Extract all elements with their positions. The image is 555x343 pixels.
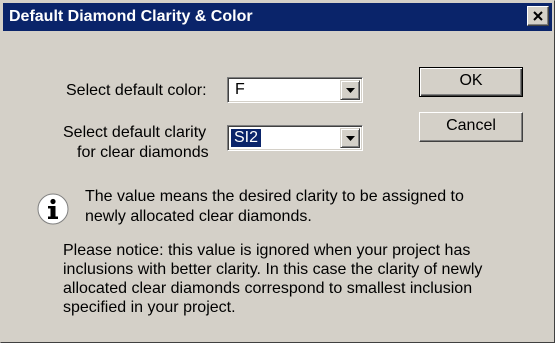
ok-button[interactable]: OK (419, 67, 523, 97)
clarity-label-line1: Select default clarity (63, 124, 207, 141)
info-text-line2: newly allocated clear diamonds. (85, 208, 312, 225)
color-label: Select default color: (66, 82, 207, 99)
notice-text-line2: inclusions with better clarity. In this … (63, 261, 483, 278)
info-text-line1: The value means the desired clarity to b… (85, 188, 464, 205)
info-icon (37, 193, 69, 225)
chevron-down-icon (346, 136, 355, 141)
notice-text-line3: allocated clear diamonds correspond to s… (63, 280, 473, 297)
clarity-dropdown-value: SI2 (231, 129, 262, 147)
cancel-button[interactable]: Cancel (419, 112, 523, 142)
close-icon (533, 11, 543, 21)
close-button[interactable] (527, 6, 549, 26)
color-dropdown-value: F (235, 81, 245, 98)
dialog-window: Default Diamond Clarity & Color Select d… (0, 0, 555, 343)
clarity-label-line2: for clear diamonds (77, 144, 209, 161)
clarity-dropdown[interactable]: SI2 (227, 125, 363, 151)
color-dropdown[interactable]: F (227, 77, 363, 103)
notice-text-line4: specified in your project. (63, 299, 236, 316)
title-bar[interactable]: Default Diamond Clarity & Color (3, 3, 552, 31)
clarity-dropdown-arrow[interactable] (340, 128, 360, 148)
notice-text-line1: Please notice: this value is ignored whe… (63, 242, 471, 259)
chevron-down-icon (346, 88, 355, 93)
color-dropdown-arrow[interactable] (340, 80, 360, 100)
dialog-title: Default Diamond Clarity & Color (9, 8, 253, 25)
